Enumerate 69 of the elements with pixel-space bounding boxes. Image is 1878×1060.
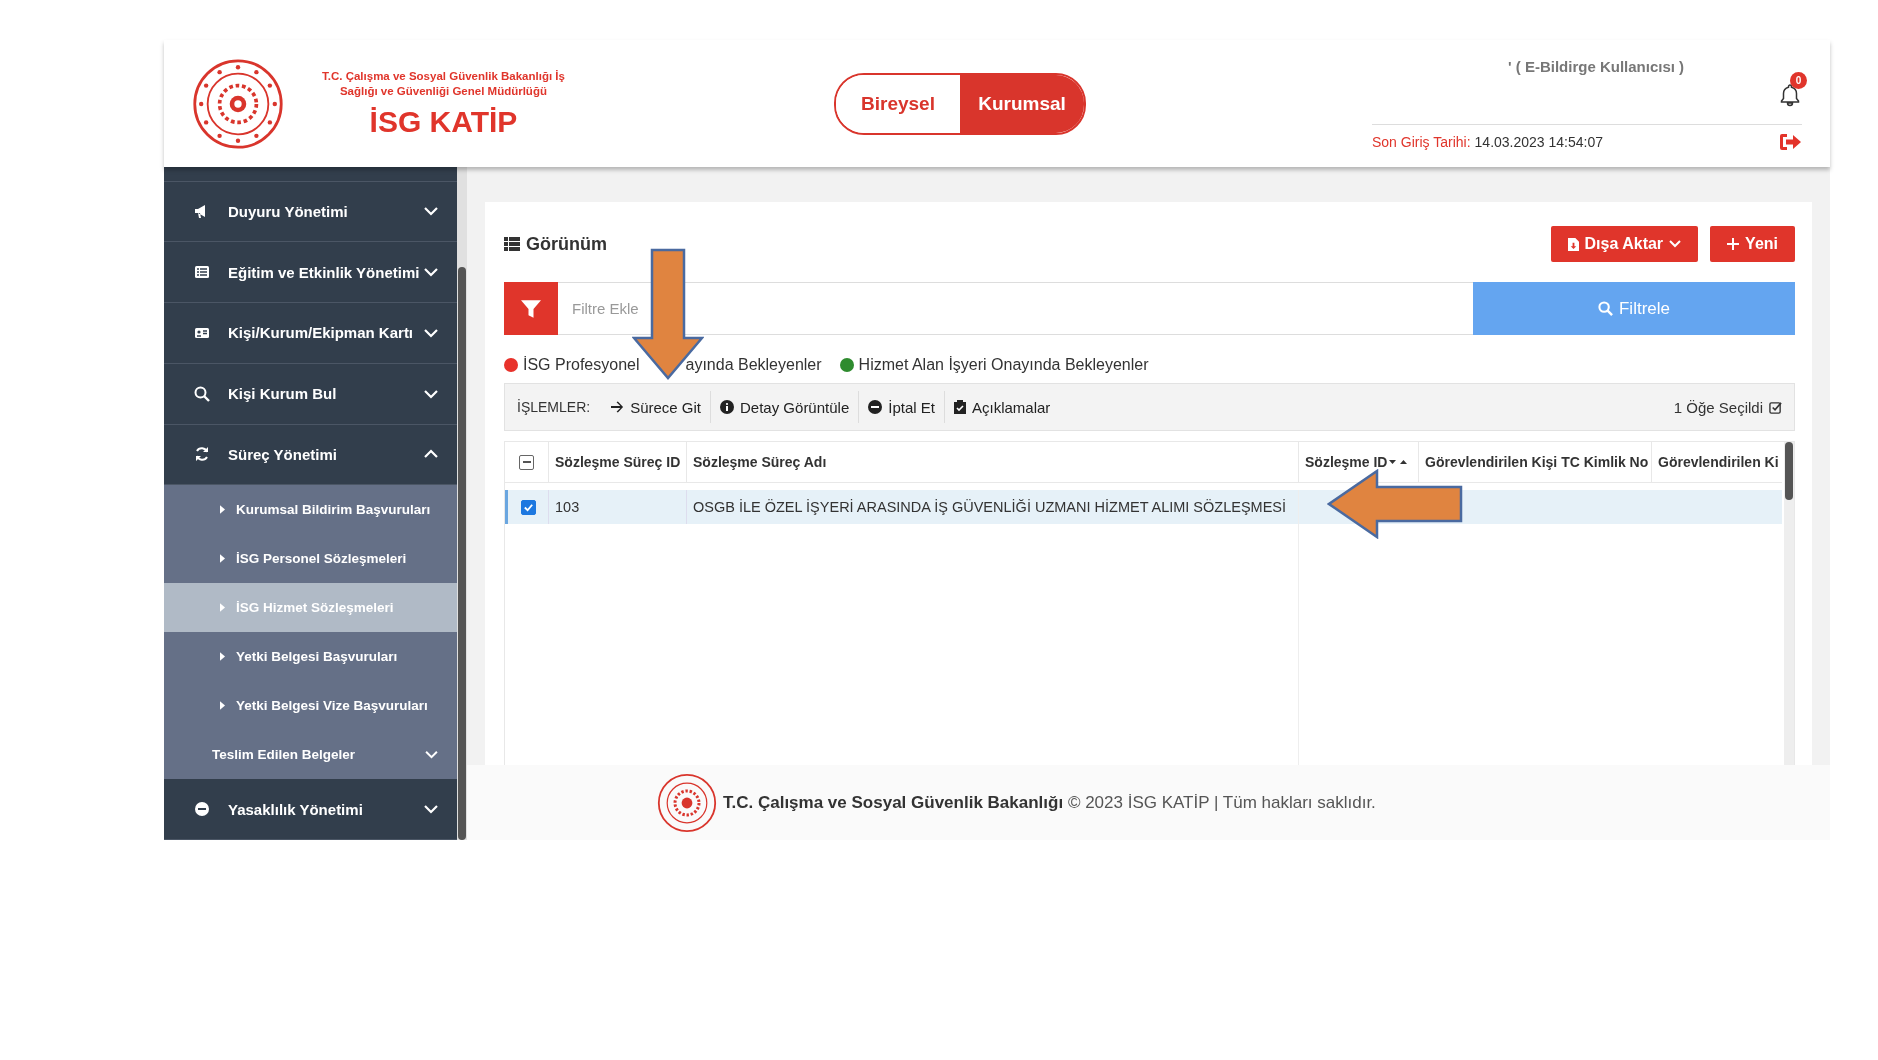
last-login-value: 14.03.2023 14:54:07 [1474,134,1604,150]
caret-icon [220,652,225,662]
chevron-icon [1669,240,1682,248]
column-header[interactable]: Sözleşme Süreç Adı [687,442,1299,482]
app-name: İSG KATİP [369,104,518,139]
arrow-right-icon [611,401,625,413]
export-button[interactable]: Dışa Aktar [1550,226,1699,262]
list-icon [504,237,520,251]
filter-field[interactable]: Filtre Ekle [558,282,1473,335]
table-row[interactable]: 103 OSGB İLE ÖZEL İŞYERİ ARASINDA İŞ GÜVENLİĞİ UZMANI HİZMET ALIMI SÖZLEŞMESİ [505,490,1782,524]
toolbar-label: İŞLEMLER: [517,399,591,415]
checkbox-icon [1769,400,1782,414]
sidebar-subitem[interactable]: İSG Personel Sözleşmeleri [164,534,458,584]
info-icon [720,400,734,414]
notification-bell-icon[interactable] [1778,82,1802,108]
column-header[interactable]: Sözleşme Süreç ID [549,442,687,482]
notification-badge: 0 [1790,72,1807,89]
scrollbar-thumb[interactable] [1785,442,1793,500]
chevron-icon [423,327,440,338]
logout-icon[interactable] [1778,131,1802,153]
toolbar-action[interactable]: Sürece Git [602,391,711,423]
selection-count: 1 Öğe Seçildi [1673,398,1763,416]
caret-icon [220,505,225,515]
sort-icon [1389,458,1408,466]
new-button[interactable]: Yeni [1710,226,1795,262]
toolbar-action[interactable]: İptal Et [859,391,945,423]
copyright-text: T.C. Çalışma ve Sosyal Güvenlik Bakanlığı © 2023 İSG KATİP | Tüm hakları saklıdır. [723,792,1376,813]
chevron-icon [423,449,440,460]
minus-circle-icon [868,400,883,414]
check-icon [522,501,534,513]
row-checkbox[interactable] [520,499,536,515]
column-header[interactable]: Görevlendirilen Kişi TC Kimlik No [1419,442,1652,482]
refresh-icon [194,446,210,463]
caret-icon [220,701,225,711]
chevron-icon [424,750,440,760]
ministry-name: Sağlığı ve Güvenliği Genel Müdürlüğü [339,83,547,99]
sidebar-subitem[interactable]: Yetki Belgesi Başvuruları [164,632,458,682]
chevron-icon [423,388,440,399]
column-header[interactable]: Görevlendirilen Ki [1652,442,1782,482]
mode-toggle-option[interactable]: Kurumsal [960,74,1084,133]
chevron-icon [423,206,440,217]
toolbar-action[interactable]: Detay Görüntüle [711,391,860,423]
chevron-icon [423,267,440,278]
sidebar-subitem[interactable]: Yetki Belgesi Vize Başvuruları [164,681,458,731]
filter-icon[interactable] [504,282,558,335]
emblem-logo [657,772,717,833]
scrollbar-thumb[interactable] [458,267,467,840]
legend-label: Hizmet Alan İşyeri Onayında Bekleyenler [858,356,1149,374]
legend-label: İSG Profesyonel [523,356,640,374]
sidebar-subitem[interactable]: Kurumsal Bildirim Başvuruları [164,485,458,535]
toolbar-action[interactable]: Açıklamalar [944,391,1060,423]
caret-icon [220,554,225,564]
search-icon [194,385,210,402]
legend-label: ayında Bekleyenler [685,356,822,374]
chevron-icon [423,804,440,815]
caret-icon [220,603,225,613]
table-cell: 103 [549,490,687,524]
list-icon [194,264,210,281]
select-all-checkbox[interactable] [519,454,534,470]
clipboard-check-icon [953,400,966,414]
plus-icon [1727,238,1740,250]
minus-circle-icon [194,801,210,818]
last-login-label: Son Giriş Tarihi: [1372,134,1471,150]
download-file-icon [1567,237,1579,251]
sidebar-subitem[interactable]: Teslim Edilen Belgeler [164,730,458,780]
user-role: ' ( E-Bildirge Kullanıcısı ) [1508,58,1685,75]
view-title: Görünüm [526,233,607,255]
search-icon [1598,301,1613,316]
ministry-name: T.C. Çalışma ve Sosyal Güvenlik Bakanlığı İş [322,68,565,84]
